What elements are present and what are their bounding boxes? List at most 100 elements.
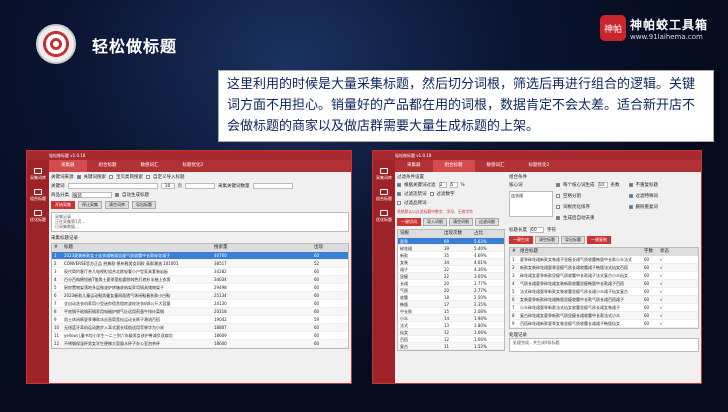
count-input[interactable]: 10 — [597, 182, 608, 188]
table-row[interactable]: 4 百分百纯棉短袖T恤男士夏季宽松圆领纯色打底衫半袖上衣男 34034 60 — [52, 276, 348, 284]
sidebar-item-collect[interactable]: 采集词库 — [27, 168, 49, 181]
clear-titles-button[interactable]: 清空标题 — [535, 236, 559, 244]
tab-sensitive[interactable]: 敏感词汇 — [475, 160, 517, 172]
description-text: 这里利用的时候是大量采集标题，然后切分词根，筛选后再进行组合的逻辑。关键词方面不… — [218, 70, 714, 142]
sidebar-item-optimize[interactable]: 优化标题 — [373, 210, 395, 223]
generated-row[interactable]: 3 碎花裙女夏季新款显瘦气质收腰中长款裙子法式复古小众仙女 60 √ — [510, 272, 698, 280]
opt-unique-checkbox[interactable] — [628, 183, 633, 187]
brand-url: www.91laihema.com — [630, 32, 703, 41]
word-row[interactable]: 女装 34 4.61% — [398, 259, 504, 266]
generated-row[interactable]: 6 女装夏季新款碎花裙韩版显瘦收腰中长款气质长裙百搭裙子 60 √ — [510, 296, 698, 304]
word-row[interactable]: 法式 13 1.80% — [398, 322, 504, 329]
kw-count-label: 采集关键词数量 — [218, 184, 250, 189]
filter-brand-checkbox[interactable] — [397, 201, 401, 205]
word-row[interactable]: 碎花裙 39 5.40% — [398, 245, 504, 252]
opt-import-radio[interactable] — [146, 175, 150, 179]
import-words-button[interactable]: 导入词根 — [423, 218, 447, 226]
generate-button[interactable]: 一键生成 — [509, 236, 533, 244]
generated-row[interactable]: 2 新款女装碎花裙夏季显瘦气质长裙收腰裙子韩版法式仙女百搭 60 √ — [510, 264, 698, 272]
export-titles-button[interactable]: 导出标题 — [132, 201, 156, 209]
pages-input[interactable]: 10 — [160, 183, 175, 189]
tab-collector[interactable]: 采集器 — [49, 160, 87, 172]
opt-special-checkbox[interactable] — [628, 194, 633, 198]
table-row[interactable]: 7 全自动洗衣机家用小型迷你宿舍租房波轮洗衣机8公斤大容量 24130 60 — [52, 300, 348, 308]
stop-collect-button[interactable]: 停止采集 — [78, 201, 102, 209]
word-row[interactable]: 中长款 15 2.08% — [398, 308, 504, 315]
clear-words-button[interactable]: 清空词根 — [449, 218, 473, 226]
filter-num-checkbox[interactable] — [429, 192, 434, 196]
table-row[interactable]: 12 不锈钢保温杯男女学生便携大容量水杯子办公室泡茶杯 18600 60 — [52, 340, 348, 348]
opt-dedupe-checkbox[interactable] — [628, 205, 633, 209]
cell: 气质 — [400, 288, 408, 293]
tab-collector[interactable]: 采集器 — [395, 160, 433, 172]
page-title: 轻松做标题 — [92, 37, 178, 56]
export-titles-button[interactable]: 导出标题 — [561, 236, 585, 244]
word-row[interactable]: 仙女 12 1.66% — [398, 329, 504, 336]
table-row[interactable]: 5 厨房置物架落地多层微波炉烤箱收纳架家用锅具储物架子 29498 60 — [52, 284, 348, 292]
sidebar-item-combine[interactable]: 组合标题 — [27, 189, 49, 202]
sidebar-item-optimize[interactable]: 优化标题 — [27, 210, 49, 223]
tab-bar: 采集器 组合标题 敏感词汇 标题优化2 — [395, 160, 701, 172]
base-word-input[interactable]: 连衣裙 — [509, 191, 553, 217]
auto-gen-checkbox[interactable] — [115, 193, 119, 197]
word-row[interactable]: 百搭 12 1.66% — [398, 336, 504, 343]
tab-optimize[interactable]: 标题优化2 — [171, 160, 216, 172]
generated-row[interactable]: 7 小众碎花裙夏季新款法式仙女收腰显瘦气质长裙女装裙子 60 √ — [510, 304, 698, 312]
word-row[interactable]: 复古 11 1.52% — [398, 343, 504, 350]
table-row[interactable]: 3 现代简约客厅茶几电视柜组合北欧轻奢小户型家具套装岩板 34282 60 — [52, 268, 348, 276]
opt-keyword-radio[interactable] — [76, 175, 81, 179]
word-row[interactable]: 新款 35 4.69% — [398, 252, 504, 259]
table-row[interactable]: 10 无线蓝牙耳机运动跑步入耳式超长续航适用苹果华为小米 18807 60 — [52, 324, 348, 332]
word-row[interactable]: 夏季 69 5.63% — [398, 238, 504, 245]
copy-all-button[interactable]: 一键复制 — [587, 236, 611, 244]
keyword-label: 关键词 — [51, 184, 65, 189]
cell: 5 — [54, 285, 57, 290]
cell: 59 — [314, 317, 320, 322]
table-row[interactable]: 8 平底锅不粘锅煎锅家用电磁炉燃气灶适用煎蛋牛排炒菜锅 20218 60 — [52, 308, 348, 316]
word-row[interactable]: 小众 14 1.94% — [398, 315, 504, 322]
sidebar-item-combine[interactable]: 组合标题 — [373, 189, 395, 202]
opt-space-checkbox[interactable] — [556, 194, 560, 198]
length-input[interactable]: 60 — [530, 227, 544, 233]
kw-count-input[interactable] — [252, 183, 293, 189]
tab-sensitive[interactable]: 敏感词汇 — [129, 160, 171, 172]
generated-row[interactable]: 8 复古碎花裙女夏季新款气质显瘦长裙收腰中长款法式小众 60 √ — [510, 312, 698, 320]
table-row[interactable]: 9 男士休闲裤夏季薄款冰丝直筒宽松运动长裤子潮流百搭 19042 59 — [52, 316, 348, 324]
opt-sort-checkbox[interactable] — [556, 205, 560, 209]
generated-row[interactable]: 5 法式碎花裙夏季新款女装收腰显瘦气质长裙小众裙子仙女复古 60 √ — [510, 288, 698, 296]
generated-row[interactable]: 9 百搭碎花裙新款夏季女装显瘦气质收腰长裙裙子韩版仙女 60 √ — [510, 320, 698, 328]
category-select[interactable]: 服装 — [72, 192, 112, 199]
generated-row[interactable]: 1 夏季碎花裙新款女装裙子显瘦长裙气质收腰韩版中长款小众法式 60 √ — [510, 256, 698, 264]
generated-row[interactable]: 4 气质长裙夏季碎花裙女装新款收腰显瘦韩版中长款裙子百搭 60 √ — [510, 280, 698, 288]
word-row[interactable]: 韩版 17 2.35% — [398, 301, 504, 308]
clear-library-button[interactable]: 清空词库 — [105, 201, 129, 209]
tab-optimize[interactable]: 标题优化2 — [517, 160, 562, 172]
filter-kw-checkbox[interactable] — [397, 183, 401, 187]
cell: 34282 — [214, 269, 227, 274]
opt-auto-dedupe-checkbox[interactable] — [556, 216, 560, 220]
tab-combine[interactable]: 组合标题 — [432, 160, 475, 172]
tab-combine[interactable]: 组合标题 — [87, 160, 129, 172]
sidebar-item-collect[interactable]: 采集词库 — [373, 168, 395, 181]
table-row[interactable]: 1 2023夏装新款女士连衣裙韩版显瘦气质收腰中长款碎花裙子 40760 60 — [52, 252, 348, 260]
range-min-input[interactable]: 2 — [438, 182, 447, 188]
opt-category-radio[interactable] — [109, 175, 113, 179]
cell: 12 — [444, 337, 450, 342]
table-row[interactable]: 11 yellow儿童书包小学生一二三到六年级男女孩护脊减负双肩包 18609 60 — [52, 332, 348, 340]
keyword-input[interactable] — [67, 183, 158, 189]
filter-banned-checkbox[interactable] — [397, 192, 401, 196]
filter-label: 过滤条件设置 — [397, 175, 424, 180]
word-row[interactable]: 长裙 20 2.77% — [398, 280, 504, 287]
opt-per-core-checkbox[interactable] — [556, 183, 560, 187]
split-words-button[interactable]: 一键切词 — [397, 218, 421, 226]
table-row[interactable]: 2 CONVERSE官方正品 经典款 帆布鞋男女同款 高帮潮流 101001 385… — [52, 260, 348, 268]
word-row[interactable]: 裙子 32 4.36% — [398, 266, 504, 273]
range-max-input[interactable]: 5 — [449, 182, 458, 188]
word-row[interactable]: 显瘦 22 3.05% — [398, 273, 504, 280]
filter-words-button[interactable]: 过滤词根 — [475, 218, 499, 226]
table-row[interactable]: 6 2023新款儿童运动鞋男童女童网面透气休闲鞋春秋款小白鞋 25134 60 — [52, 292, 348, 300]
pages-field[interactable] — [185, 183, 215, 189]
start-collect-button[interactable]: 开始采集 — [51, 201, 75, 209]
word-row[interactable]: 收腰 18 2.50% — [398, 294, 504, 301]
word-row[interactable]: 气质 20 2.77% — [398, 287, 504, 294]
